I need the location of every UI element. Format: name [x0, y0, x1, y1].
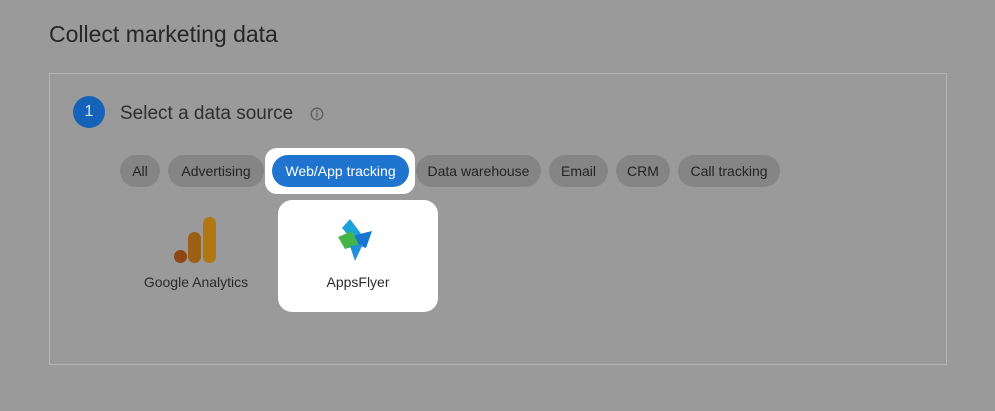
- step-title: Select a data source: [120, 103, 294, 124]
- source-label-appsflyer: AppsFlyer: [326, 274, 390, 290]
- filter-chip-email[interactable]: Email: [549, 155, 608, 187]
- filter-chip-crm[interactable]: CRM: [616, 155, 670, 187]
- source-tile-appsflyer[interactable]: AppsFlyer: [278, 200, 438, 312]
- filter-chip-web-app-tracking[interactable]: Web/App tracking: [272, 155, 409, 187]
- google-analytics-logo: [174, 217, 216, 263]
- info-icon[interactable]: [310, 107, 324, 121]
- step-number-badge: 1: [73, 96, 105, 128]
- filter-chip-call-tracking[interactable]: Call tracking: [678, 155, 780, 187]
- source-tile-google-analytics[interactable]: Google Analytics: [116, 200, 276, 312]
- appsflyer-logo: [338, 219, 372, 261]
- filter-chip-data-warehouse[interactable]: Data warehouse: [416, 155, 541, 187]
- filter-chip-all[interactable]: All: [120, 155, 160, 187]
- source-label-google-analytics: Google Analytics: [143, 274, 249, 290]
- filter-chip-advertising[interactable]: Advertising: [168, 155, 264, 187]
- page-title: Collect marketing data: [49, 21, 278, 47]
